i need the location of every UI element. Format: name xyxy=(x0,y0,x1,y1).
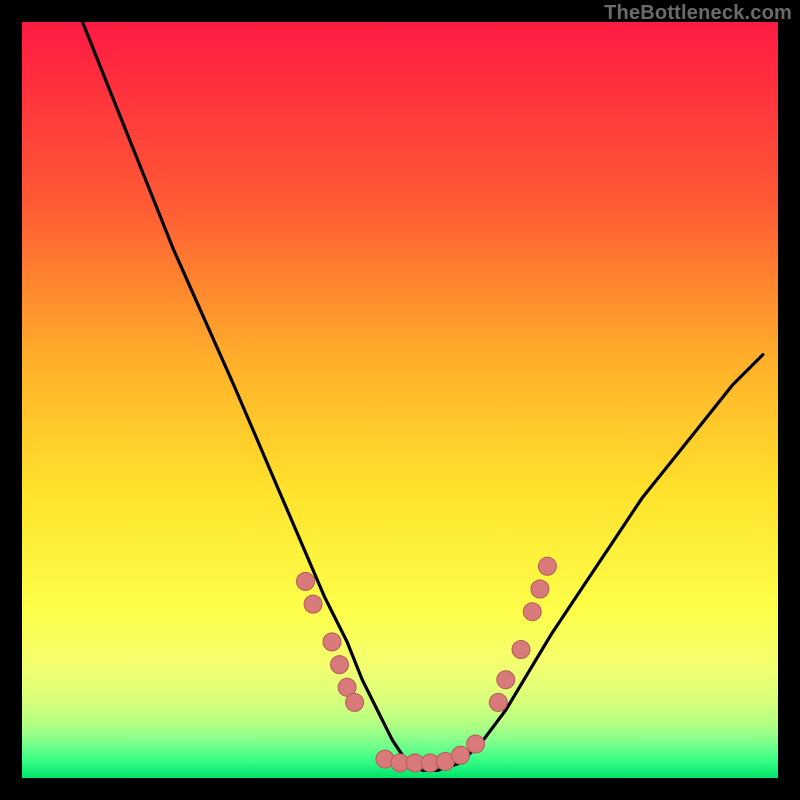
chart-svg xyxy=(22,22,778,778)
data-marker xyxy=(523,603,541,621)
data-marker xyxy=(497,671,515,689)
data-marker xyxy=(538,557,556,575)
watermark-text: TheBottleneck.com xyxy=(604,2,792,25)
data-marker xyxy=(323,633,341,651)
chart-frame xyxy=(22,22,778,778)
data-marker xyxy=(346,693,364,711)
data-marker xyxy=(467,735,485,753)
gradient-background xyxy=(22,22,778,778)
data-marker xyxy=(531,580,549,598)
data-marker xyxy=(452,746,470,764)
data-marker xyxy=(512,641,530,659)
data-marker xyxy=(331,656,349,674)
data-marker xyxy=(304,595,322,613)
data-marker xyxy=(297,572,315,590)
data-marker xyxy=(489,693,507,711)
